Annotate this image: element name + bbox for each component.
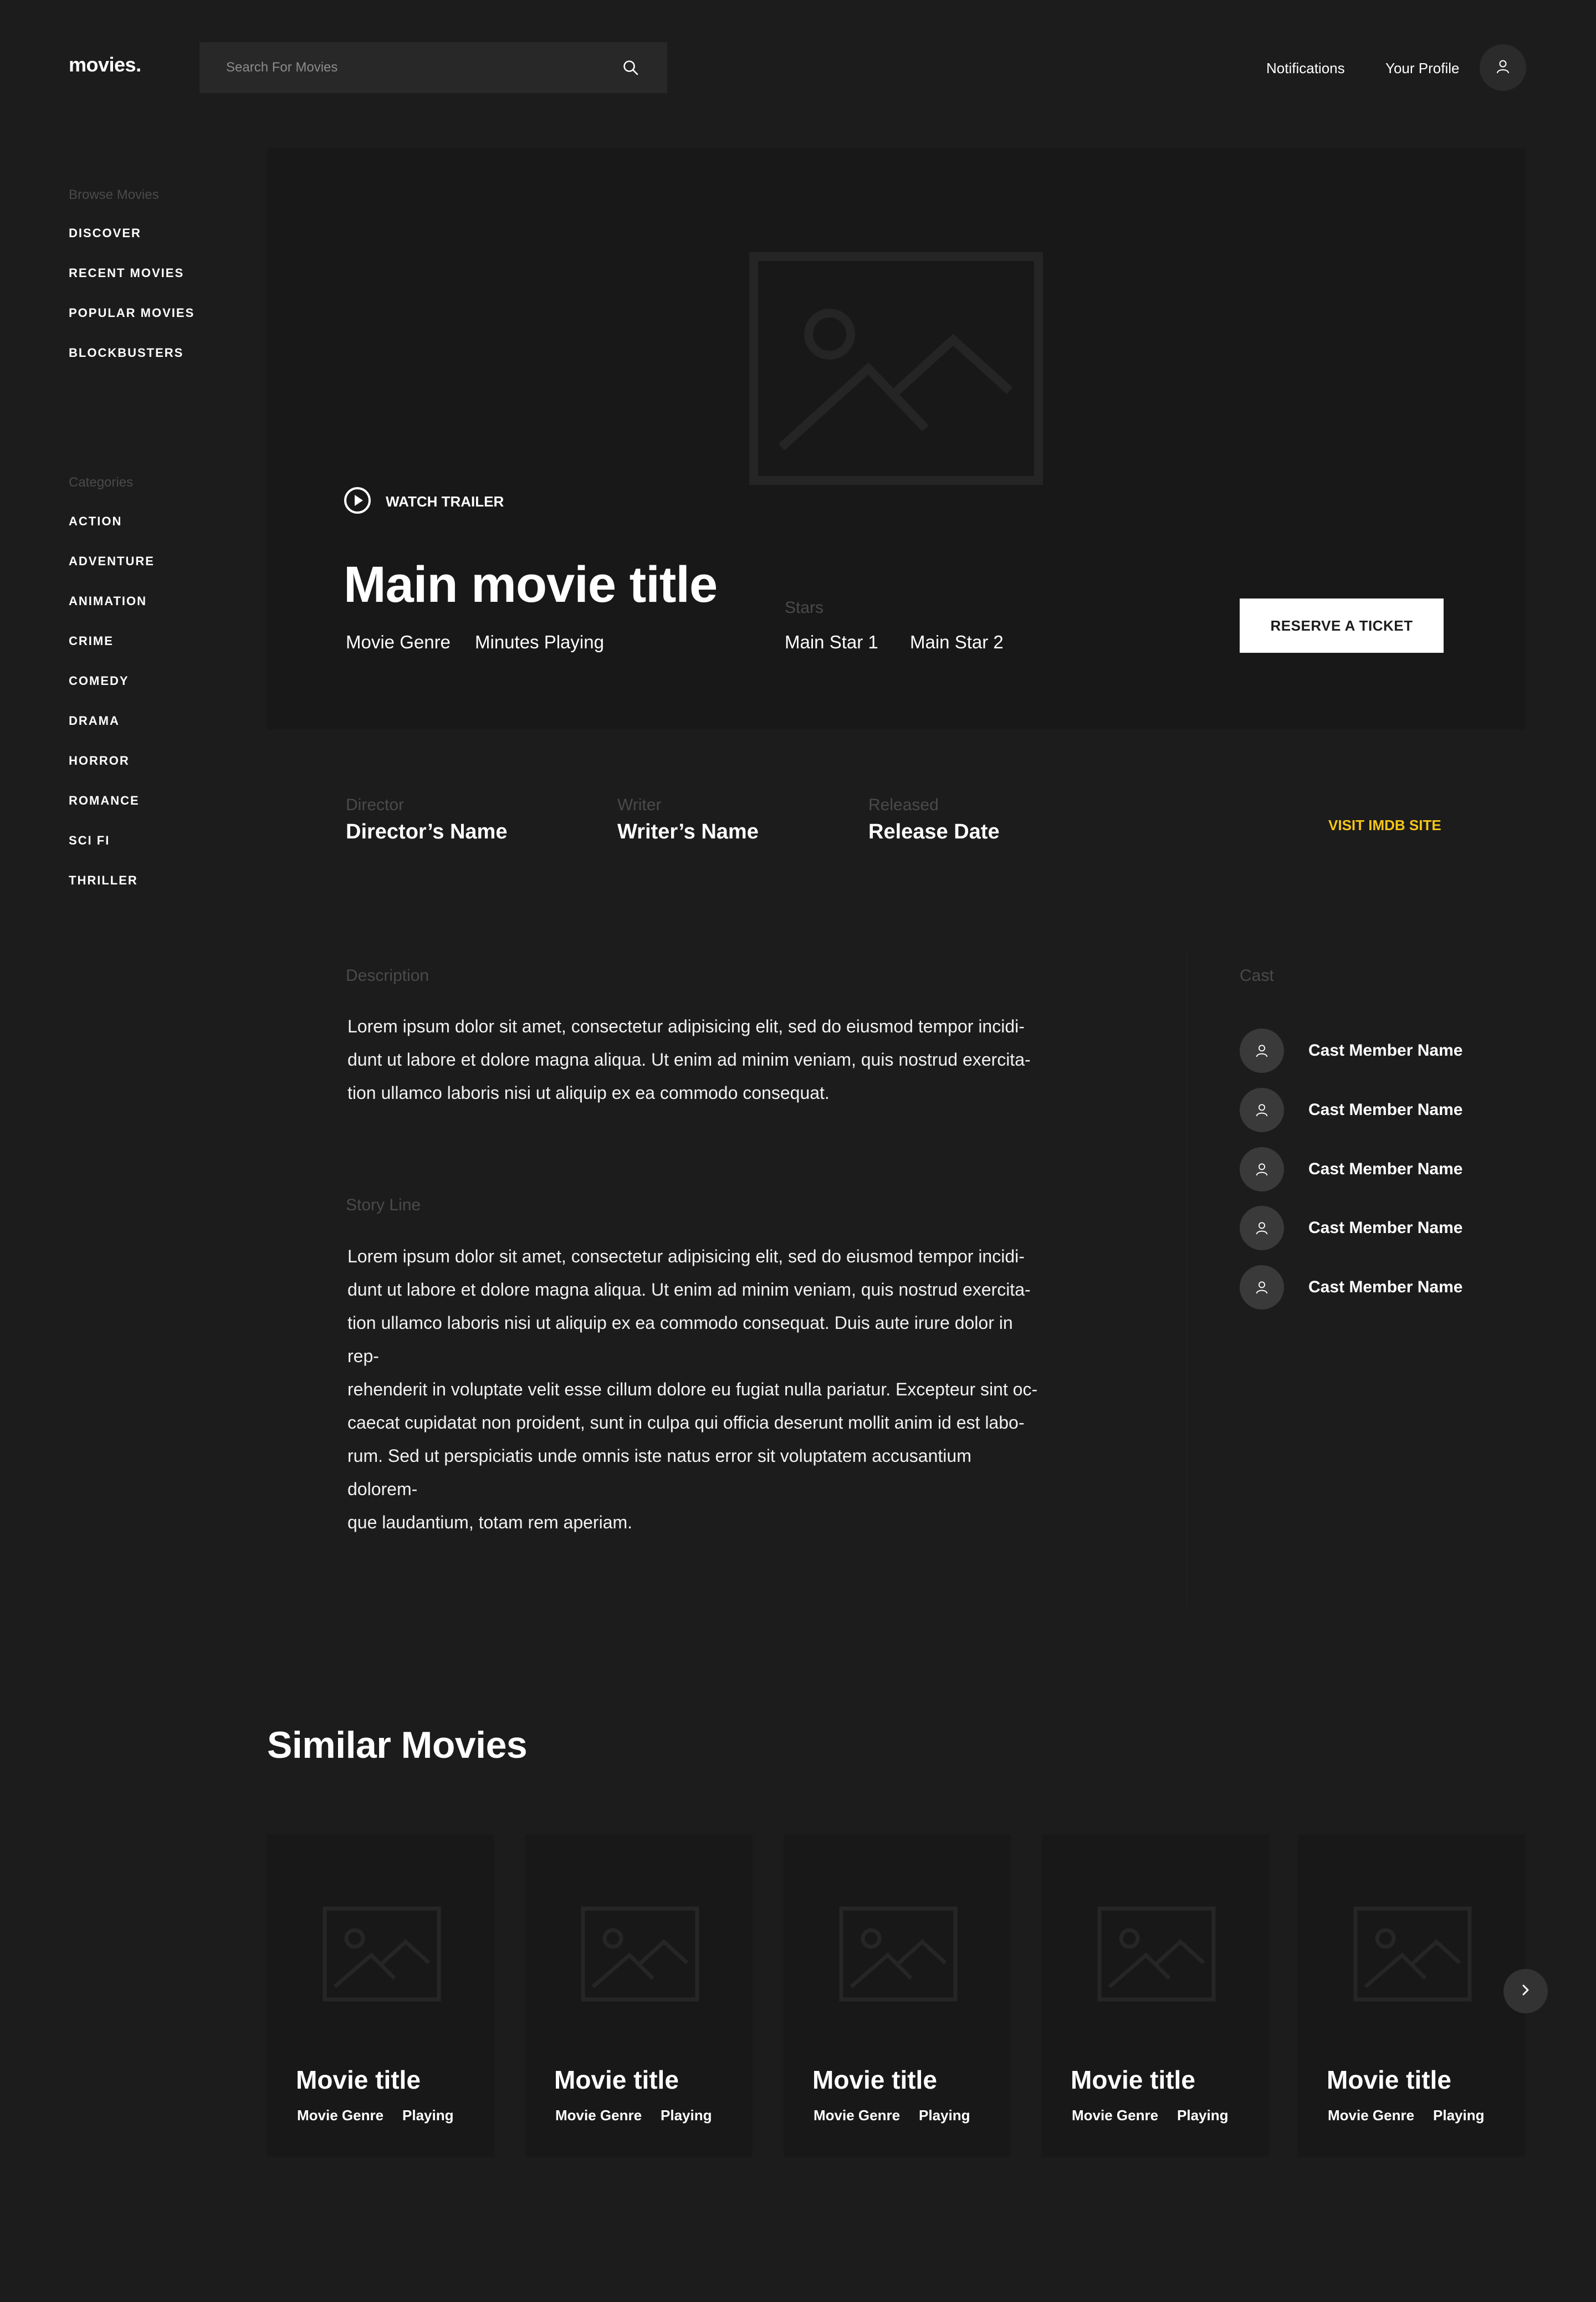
cast-member[interactable]: Cast Member Name <box>1240 1029 1462 1073</box>
watch-trailer-button[interactable]: WATCH TRAILER <box>344 487 504 517</box>
card-genre: Movie Genre <box>1328 2107 1415 2124</box>
movie-card[interactable]: Movie title Movie Genre Playing <box>267 1834 494 2157</box>
movie-title: Main movie title <box>344 556 718 613</box>
storyline-label: Story Line <box>346 1196 421 1214</box>
sidebar-item-comedy[interactable]: COMEDY <box>69 674 129 688</box>
cast-label: Cast <box>1240 966 1274 985</box>
sidebar-item-discover[interactable]: DISCOVER <box>69 226 141 241</box>
movie-card[interactable]: Movie title Movie Genre Playing <box>1298 1834 1525 2157</box>
cast-member[interactable]: Cast Member Name <box>1240 1206 1462 1250</box>
movie-card[interactable]: Movie title Movie Genre Playing <box>784 1834 1011 2157</box>
movie-card[interactable]: Movie title Movie Genre Playing <box>1042 1834 1269 2157</box>
card-genre: Movie Genre <box>555 2107 642 2124</box>
main-star-2[interactable]: Main Star 2 <box>910 632 1004 653</box>
card-status: Playing <box>1433 2107 1485 2124</box>
card-status: Playing <box>661 2107 712 2124</box>
logo[interactable]: movies. <box>69 53 141 76</box>
user-icon <box>1496 59 1510 76</box>
user-icon <box>1240 1265 1284 1309</box>
card-genre: Movie Genre <box>814 2107 901 2124</box>
image-placeholder-icon <box>581 1906 699 2002</box>
search-bar[interactable]: Search For Movies <box>200 42 667 93</box>
sidebar-item-adventure[interactable]: ADVENTURE <box>69 554 155 569</box>
user-icon <box>1240 1029 1284 1073</box>
cast-member-name: Cast Member Name <box>1308 1160 1463 1178</box>
image-placeholder-icon <box>1097 1906 1216 2002</box>
chevron-right-icon <box>1519 1983 1532 1999</box>
writer-name: Writer’s Name <box>617 820 759 843</box>
movie-genre: Movie Genre <box>346 632 451 652</box>
card-status: Playing <box>919 2107 970 2124</box>
image-placeholder-icon <box>839 1906 958 2002</box>
main-star-1[interactable]: Main Star 1 <box>785 632 878 653</box>
user-icon <box>1240 1088 1284 1132</box>
cast-member[interactable]: Cast Member Name <box>1240 1147 1462 1191</box>
column-divider <box>1186 952 1188 1606</box>
director-name: Director’s Name <box>346 820 508 843</box>
search-input[interactable]: Search For Movies <box>226 60 621 75</box>
play-icon <box>344 487 371 517</box>
card-genre: Movie Genre <box>1072 2107 1159 2124</box>
card-title: Movie title <box>296 2065 421 2094</box>
movie-duration: Minutes Playing <box>475 632 604 652</box>
cast-member[interactable]: Cast Member Name <box>1240 1088 1462 1132</box>
profile-link[interactable]: Your Profile <box>1385 60 1459 77</box>
sidebar-item-drama[interactable]: DRAMA <box>69 714 120 728</box>
sidebar-item-romance[interactable]: ROMANCE <box>69 794 140 808</box>
cast-member[interactable]: Cast Member Name <box>1240 1265 1462 1309</box>
reserve-ticket-button[interactable]: RESERVE A TICKET <box>1240 598 1444 653</box>
card-status: Playing <box>1177 2107 1229 2124</box>
card-title: Movie title <box>1071 2065 1195 2094</box>
search-icon[interactable] <box>621 58 641 78</box>
notifications-link[interactable]: Notifications <box>1266 60 1345 77</box>
released-label: Released <box>868 796 939 814</box>
description-label: Description <box>346 966 429 985</box>
user-icon <box>1240 1206 1284 1250</box>
cast-member-name: Cast Member Name <box>1308 1278 1463 1296</box>
imdb-link[interactable]: VISIT IMDB SITE <box>1328 817 1441 834</box>
card-title: Movie title <box>554 2065 679 2094</box>
browse-heading: Browse Movies <box>69 187 159 202</box>
director-label: Director <box>346 796 405 814</box>
image-placeholder-icon <box>749 252 1043 485</box>
user-icon <box>1240 1147 1284 1191</box>
sidebar-item-recent-movies[interactable]: RECENT MOVIES <box>69 266 184 280</box>
stars-label: Stars <box>785 598 824 617</box>
sidebar-item-crime[interactable]: CRIME <box>69 634 114 648</box>
cast-member-name: Cast Member Name <box>1308 1041 1463 1060</box>
movie-card[interactable]: Movie title Movie Genre Playing <box>525 1834 753 2157</box>
cast-member-name: Cast Member Name <box>1308 1101 1463 1119</box>
description-text: Lorem ipsum dolor sit amet, consectetur … <box>347 1016 1031 1103</box>
sidebar-item-action[interactable]: ACTION <box>69 514 122 529</box>
writer-label: Writer <box>617 796 662 814</box>
sidebar-item-blockbusters[interactable]: BLOCKBUSTERS <box>69 346 183 360</box>
sidebar-item-sci-fi[interactable]: SCI FI <box>69 833 110 848</box>
release-date: Release Date <box>868 820 1000 843</box>
carousel-next-button[interactable] <box>1503 1969 1548 2013</box>
sidebar-item-popular-movies[interactable]: POPULAR MOVIES <box>69 306 195 320</box>
similar-movies-heading: Similar Movies <box>267 1724 528 1766</box>
categories-heading: Categories <box>69 475 134 490</box>
image-placeholder-icon <box>323 1906 441 2002</box>
card-title: Movie title <box>812 2065 937 2094</box>
sidebar-item-animation[interactable]: ANIMATION <box>69 594 147 608</box>
watch-trailer-label: WATCH TRAILER <box>386 493 504 510</box>
cast-member-name: Cast Member Name <box>1308 1219 1463 1237</box>
image-placeholder-icon <box>1353 1906 1472 2002</box>
profile-avatar[interactable] <box>1480 44 1526 91</box>
card-title: Movie title <box>1327 2065 1451 2094</box>
card-status: Playing <box>402 2107 454 2124</box>
sidebar-item-thriller[interactable]: THRILLER <box>69 873 138 888</box>
card-genre: Movie Genre <box>297 2107 384 2124</box>
storyline-text: Lorem ipsum dolor sit amet, consectetur … <box>347 1246 1038 1532</box>
sidebar-item-horror[interactable]: HORROR <box>69 754 130 768</box>
